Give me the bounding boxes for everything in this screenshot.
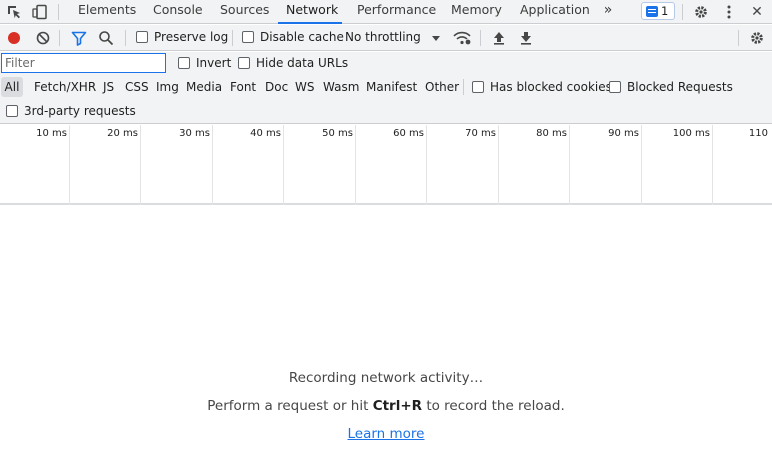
tabbar-divider	[682, 4, 683, 20]
type-filter-other[interactable]: Other	[425, 77, 459, 97]
type-filter-img[interactable]: Img	[156, 77, 179, 97]
kebab-menu-icon[interactable]	[720, 3, 738, 21]
third-party-checkbox[interactable]	[6, 105, 18, 117]
hide-data-urls-label[interactable]: Hide data URLs	[256, 56, 348, 70]
type-filter-js[interactable]: JS	[103, 77, 114, 97]
settings-gear-icon[interactable]	[692, 3, 710, 21]
timeline-gridline	[641, 125, 642, 205]
timeline-gridline	[569, 125, 570, 205]
tab-application[interactable]: Application	[520, 0, 590, 23]
tab-network[interactable]: Network	[278, 0, 342, 24]
timeline-tick-label: 20 ms	[107, 128, 138, 139]
learn-more-row: Learn more	[0, 426, 772, 442]
reload-shortcut: Ctrl+R	[372, 398, 423, 414]
preserve-log-label[interactable]: Preserve log	[154, 30, 228, 44]
timeline-tick-label: 50 ms	[322, 128, 353, 139]
overview-timeline[interactable]: 10 ms 20 ms 30 ms 40 ms 50 ms 60 ms 70 m…	[0, 125, 772, 205]
preserve-log-checkbox[interactable]	[136, 31, 148, 43]
disable-cache-label[interactable]: Disable cache	[260, 30, 344, 44]
type-filter-manifest[interactable]: Manifest	[366, 77, 417, 97]
has-blocked-cookies-checkbox[interactable]	[472, 81, 484, 93]
toolbar-divider	[738, 30, 739, 46]
filter-funnel-icon[interactable]	[70, 29, 88, 47]
recording-message: Recording network activity…	[288, 370, 484, 386]
reload-hint-prefix: Perform a request or hit	[207, 398, 373, 414]
timeline-tick-label: 60 ms	[393, 128, 424, 139]
record-icon[interactable]	[5, 29, 23, 47]
type-filter-font[interactable]: Font	[230, 77, 256, 97]
type-filter-doc[interactable]: Doc	[265, 77, 288, 97]
timeline-gridline	[355, 125, 356, 205]
timeline-gridline	[212, 125, 213, 205]
timeline-gridline	[426, 125, 427, 205]
search-icon[interactable]	[97, 29, 115, 47]
blocked-requests-label[interactable]: Blocked Requests	[627, 80, 733, 94]
tab-memory[interactable]: Memory	[451, 0, 502, 23]
reload-hint: Perform a request or hit Ctrl+R to recor…	[0, 398, 772, 414]
learn-more-link[interactable]: Learn more	[348, 426, 425, 442]
network-settings-gear-icon[interactable]	[748, 29, 766, 47]
network-conditions-icon[interactable]	[453, 29, 471, 47]
tab-console[interactable]: Console	[153, 0, 203, 23]
tab-elements[interactable]: Elements	[78, 0, 136, 23]
timeline-tick-label: 90 ms	[608, 128, 639, 139]
tab-performance[interactable]: Performance	[357, 0, 436, 23]
timeline-tick-label: 80 ms	[536, 128, 567, 139]
third-party-label[interactable]: 3rd-party requests	[24, 104, 136, 118]
reload-hint-suffix: to record the reload.	[422, 398, 565, 414]
timeline-gridline	[283, 125, 284, 205]
timeline-tick-label: 10 ms	[36, 128, 67, 139]
blocked-requests-checkbox[interactable]	[609, 81, 621, 93]
timeline-tick-label: 100 ms	[672, 128, 710, 139]
type-filter-wasm[interactable]: Wasm	[323, 77, 359, 97]
filter-input[interactable]	[1, 53, 166, 73]
timeline-gridline	[140, 125, 141, 205]
issues-chat-icon	[646, 5, 658, 17]
timeline-gridline	[498, 125, 499, 205]
type-filter-media[interactable]: Media	[186, 77, 222, 97]
export-har-icon[interactable]	[517, 29, 535, 47]
type-filter-css[interactable]: CSS	[125, 77, 149, 97]
toolbar-divider	[480, 30, 481, 46]
empty-state: Recording network activity… Perform a re…	[0, 207, 772, 458]
toolbar-divider	[125, 30, 126, 46]
filterbar-divider	[463, 79, 464, 95]
timeline-tick-label: 70 ms	[465, 128, 496, 139]
toolbar-divider	[232, 30, 233, 46]
device-toolbar-icon[interactable]	[31, 3, 49, 21]
hide-data-urls-checkbox[interactable]	[238, 57, 250, 69]
issues-count: 1	[661, 4, 669, 18]
disable-cache-checkbox[interactable]	[242, 31, 254, 43]
has-blocked-cookies-label[interactable]: Has blocked cookies	[490, 80, 612, 94]
import-har-icon[interactable]	[490, 29, 508, 47]
invert-label[interactable]: Invert	[196, 56, 231, 70]
toolbar-divider	[59, 30, 60, 46]
devtools-tab-bar: Elements Console Sources Network Perform…	[0, 0, 772, 24]
timeline-gridline	[712, 125, 713, 205]
inspect-element-icon[interactable]	[5, 3, 23, 21]
invert-checkbox[interactable]	[178, 57, 190, 69]
timeline-tick-label: 30 ms	[179, 128, 210, 139]
issues-badge[interactable]: 1	[641, 2, 675, 20]
throttling-select[interactable]: No throttling	[345, 30, 421, 44]
timeline-tick-label: 40 ms	[250, 128, 281, 139]
filter-bar: Invert Hide data URLs All Fetch/XHR JS C…	[0, 52, 772, 124]
timeline-tick-label: 110	[748, 128, 768, 139]
tab-sources[interactable]: Sources	[220, 0, 269, 23]
type-filter-ws[interactable]: WS	[295, 77, 314, 97]
network-toolbar: Preserve log Disable cache No throttling	[0, 25, 772, 51]
type-filter-fetch-xhr[interactable]: Fetch/XHR	[34, 77, 96, 97]
close-icon[interactable]: ✕	[748, 3, 766, 21]
timeline-gridline	[69, 125, 70, 205]
clear-icon[interactable]	[34, 29, 52, 47]
more-tabs-button[interactable]: »	[601, 0, 615, 23]
tabbar-divider	[58, 4, 59, 20]
dropdown-caret-icon[interactable]	[427, 29, 445, 47]
type-filter-all[interactable]: All	[1, 77, 23, 97]
